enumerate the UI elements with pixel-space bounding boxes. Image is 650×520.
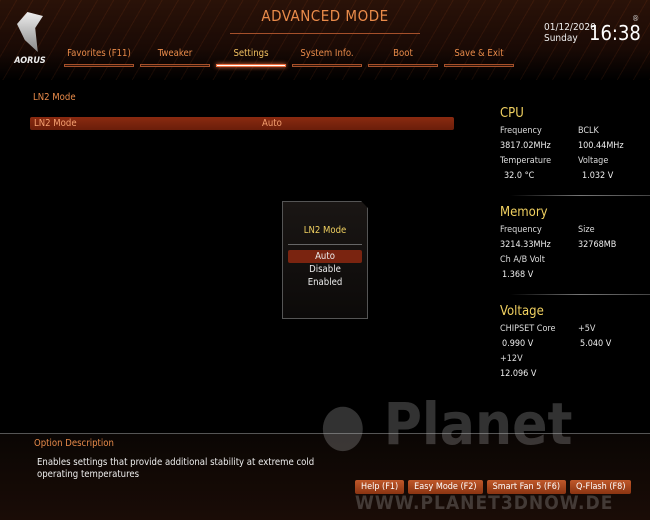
tab-tweaker[interactable]: Tweaker xyxy=(140,48,210,67)
popup-title: LN2 Mode xyxy=(303,225,347,236)
tab-label: Settings xyxy=(233,48,269,59)
watermark-url: WWW.PLANET3DNOW.DE xyxy=(355,492,614,514)
easy-mode-button[interactable]: Easy Mode (F2) xyxy=(408,480,483,494)
description-text: Enables settings that provide additional… xyxy=(37,457,315,480)
divider xyxy=(510,195,650,196)
v12-voltage: 12.096 V xyxy=(500,369,537,379)
main-tabs: Favorites (F11) Tweaker Settings System … xyxy=(64,48,514,67)
option-popup: LN2 Mode Auto Disable Enabled xyxy=(282,201,368,319)
v5-label: +5V xyxy=(578,324,596,334)
tab-favorites[interactable]: Favorites (F11) xyxy=(64,48,134,67)
tab-label: Favorites (F11) xyxy=(67,48,131,59)
cpu-temp-label: Temperature xyxy=(500,156,552,166)
mode-title[interactable]: ADVANCED MODE xyxy=(230,0,420,34)
chipset-label: CHIPSET Core xyxy=(500,324,556,334)
setting-row-ln2-mode[interactable]: LN2 Mode Auto xyxy=(30,117,454,130)
section-title: LN2 Mode xyxy=(33,92,76,103)
clock: 16:38 xyxy=(589,21,641,45)
cpu-voltage-label: Voltage xyxy=(578,156,609,166)
smart-fan-button[interactable]: Smart Fan 5 (F6) xyxy=(486,480,567,494)
q-flash-button[interactable]: Q-Flash (F8) xyxy=(570,480,632,494)
help-button[interactable]: Help (F1) xyxy=(355,480,405,494)
mem-volt: 1.368 V xyxy=(502,270,534,280)
tab-label: Boot xyxy=(393,48,413,59)
tab-system-info[interactable]: System Info. xyxy=(292,48,362,67)
tab-settings[interactable]: Settings xyxy=(216,48,286,67)
setting-label: LN2 Mode xyxy=(34,118,77,129)
hardware-monitor: CPU Frequency BCLK 3817.02MHz 100.44MHz Te… xyxy=(500,106,650,379)
option-auto[interactable]: Auto xyxy=(288,250,362,263)
tab-label: Save & Exit xyxy=(454,48,504,59)
option-enabled[interactable]: Enabled xyxy=(288,276,362,289)
setting-value: Auto xyxy=(262,118,282,129)
logo-text: AORUS xyxy=(14,56,46,66)
cpu-temp: 32.0 °C xyxy=(504,171,535,181)
tab-label: Tweaker xyxy=(157,48,193,59)
v12-label: +12V xyxy=(500,354,523,364)
divider xyxy=(510,294,650,295)
cpu-frequency-label: Frequency xyxy=(500,126,542,136)
memory-title: Memory xyxy=(500,205,548,220)
cpu-frequency: 3817.02MHz xyxy=(500,141,551,151)
popup-divider xyxy=(288,244,362,245)
option-disable[interactable]: Disable xyxy=(288,263,362,276)
tab-save-exit[interactable]: Save & Exit xyxy=(444,48,514,67)
chipset-voltage: 0.990 V xyxy=(502,339,534,349)
bclk: 100.44MHz xyxy=(578,141,624,151)
description-heading: Option Description xyxy=(34,438,114,449)
tab-boot[interactable]: Boot xyxy=(368,48,438,67)
mem-volt-label: Ch A/B Volt xyxy=(500,255,545,265)
mem-size: 32768MB xyxy=(578,240,617,250)
footer-buttons: Help (F1) Easy Mode (F2) Smart Fan 5 (F6… xyxy=(355,480,632,494)
mem-size-label: Size xyxy=(578,225,595,235)
aorus-logo: AORUS xyxy=(10,12,50,74)
mem-frequency-label: Frequency xyxy=(500,225,542,235)
eagle-icon xyxy=(17,12,43,52)
mem-frequency: 3214.33MHz xyxy=(500,240,551,250)
cpu-voltage: 1.032 V xyxy=(582,171,614,181)
v5-voltage: 5.040 V xyxy=(580,339,612,349)
bclk-label: BCLK xyxy=(578,126,599,136)
tab-label: System Info. xyxy=(300,48,354,59)
cpu-title: CPU xyxy=(500,106,524,121)
registered-mark: ® xyxy=(632,14,640,23)
voltage-title: Voltage xyxy=(500,304,544,319)
